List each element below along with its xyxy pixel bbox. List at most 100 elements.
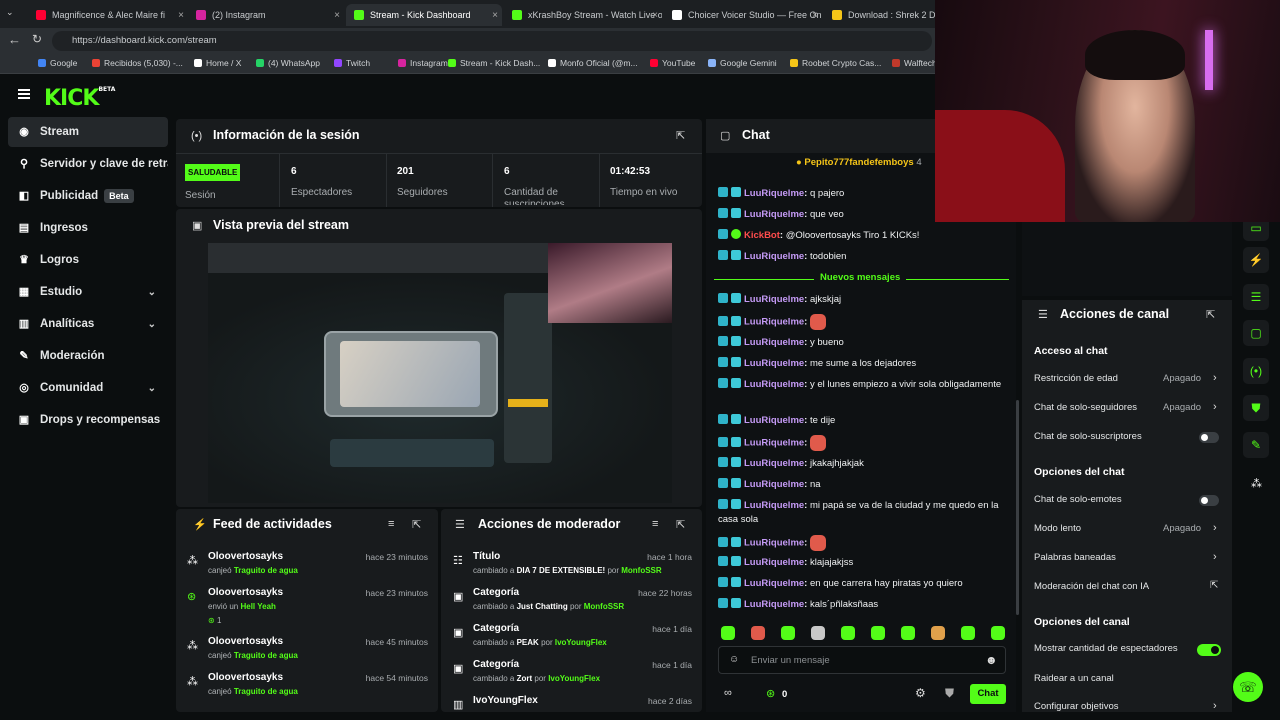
settings-icon[interactable]: ⚙ xyxy=(915,686,926,700)
sidebar-item-drops[interactable]: ▣ Drops y recompensas xyxy=(8,405,168,435)
sidebar-item-publicidad[interactable]: ◧ Publicidad Beta xyxy=(8,181,168,211)
rail-shield-icon[interactable]: ⛊ xyxy=(1243,395,1269,421)
chevron-right-icon[interactable]: › xyxy=(1213,551,1217,563)
channel-option[interactable]: Raidear a un canal xyxy=(1034,673,1114,684)
close-tab-icon[interactable]: × xyxy=(334,10,340,21)
reload-icon[interactable]: ↻ xyxy=(32,32,42,46)
smiley-icon[interactable]: ☻ xyxy=(985,653,998,667)
mod-user[interactable]: IvoYoungFlex xyxy=(555,638,607,647)
chat-username[interactable]: LuuRiquelme xyxy=(744,599,804,610)
bookmark-item[interactable]: Twitch xyxy=(334,58,370,68)
browser-tab[interactable]: xKrashBoy Stream - Watch Live on × xyxy=(504,4,662,26)
quick-emote-icon[interactable] xyxy=(721,626,735,640)
filter-icon[interactable]: ≡ xyxy=(388,518,394,530)
expand-icon[interactable]: ⇱ xyxy=(676,518,685,531)
chevron-right-icon[interactable]: › xyxy=(1213,522,1217,534)
chat-scrollbar[interactable] xyxy=(1016,400,1019,615)
channel-option[interactable]: Modo lento xyxy=(1034,523,1081,534)
chat-username[interactable]: KickBot xyxy=(744,230,780,241)
chat-username[interactable]: LuuRiquelme xyxy=(744,188,804,199)
bookmark-item[interactable]: Roobet Crypto Cas... xyxy=(790,58,881,68)
feed-username[interactable]: Oloovertosayks xyxy=(208,587,283,598)
mod-user[interactable]: IvoYoungFlex xyxy=(548,674,600,683)
sidebar-item-moderacion[interactable]: ✎ Moderación xyxy=(8,341,168,371)
quick-emote-icon[interactable] xyxy=(961,626,975,640)
chat-username[interactable]: LuuRiquelme xyxy=(744,578,804,589)
browser-tab[interactable]: Magnificence & Alec Maire fi × xyxy=(28,4,188,26)
close-tab-icon[interactable]: × xyxy=(812,10,818,21)
sidebar-item-logros[interactable]: ♛ Logros xyxy=(8,245,168,275)
sidebar-item-comunidad[interactable]: ◎ Comunidad ⌄ xyxy=(8,373,168,403)
channel-option[interactable]: Chat de solo-seguidores xyxy=(1034,402,1137,413)
expand-icon[interactable]: ⇱ xyxy=(1206,308,1215,321)
chat-username[interactable]: LuuRiquelme xyxy=(744,458,804,469)
sidebar-item-ingresos[interactable]: ▤ Ingresos xyxy=(8,213,168,243)
bookmark-item[interactable]: Monfo Oficial (@m... xyxy=(548,58,638,68)
browser-tab[interactable]: Stream - Kick Dashboard × xyxy=(346,4,502,26)
bookmark-item[interactable]: YouTube xyxy=(650,58,695,68)
quick-emote-icon[interactable] xyxy=(901,626,915,640)
rail-list-icon[interactable]: ☰ xyxy=(1243,284,1269,310)
channel-option[interactable]: Moderación del chat con IA xyxy=(1034,581,1149,592)
url-field[interactable]: https://dashboard.kick.com/stream xyxy=(52,31,932,51)
feed-username[interactable]: Oloovertosayks xyxy=(208,672,283,683)
expand-icon[interactable]: ⇱ xyxy=(676,129,685,142)
mod-user[interactable]: MonfoSSR xyxy=(584,602,624,611)
mod-shield-icon[interactable]: ⛊ xyxy=(945,686,954,701)
chevron-right-icon[interactable]: › xyxy=(1213,700,1217,712)
toggle-switch[interactable] xyxy=(1199,495,1219,506)
bookmark-item[interactable]: Google xyxy=(38,58,77,68)
channel-option[interactable]: Palabras baneadas xyxy=(1034,552,1116,563)
bookmark-item[interactable]: Home / X xyxy=(194,58,241,68)
quick-emote-icon[interactable] xyxy=(781,626,795,640)
bookmark-item[interactable]: Google Gemini xyxy=(708,58,777,68)
back-icon[interactable]: ← xyxy=(8,32,21,47)
channel-option[interactable]: Chat de solo-suscriptores xyxy=(1034,431,1142,442)
emoji-icon[interactable]: ☺ xyxy=(729,654,739,665)
close-tab-icon[interactable]: × xyxy=(492,10,498,21)
chat-username[interactable]: LuuRiquelme xyxy=(744,337,804,348)
channel-option[interactable]: Restricción de edad xyxy=(1034,373,1118,384)
mod-user[interactable]: MonfoSSR xyxy=(621,566,661,575)
channel-option[interactable]: Mostrar cantidad de espectadores xyxy=(1034,643,1178,654)
expand-icon[interactable]: ⇱ xyxy=(412,518,421,531)
stream-preview-video[interactable] xyxy=(208,243,672,503)
chat-input[interactable]: ☺ Enviar un mensaje ☻ xyxy=(718,646,1006,674)
quick-emote-icon[interactable] xyxy=(841,626,855,640)
bookmark-item[interactable]: Instagram xyxy=(398,58,448,68)
sidebar-item-servidor[interactable]: ⚲ Servidor y clave de retransmisión xyxy=(8,149,168,179)
channel-option[interactable]: Chat de solo-emotes xyxy=(1034,494,1122,505)
feed-username[interactable]: Oloovertosayks xyxy=(208,551,283,562)
chevron-down-icon[interactable]: ⌄ xyxy=(148,287,156,298)
rail-broadcast-icon[interactable]: (•) xyxy=(1243,358,1269,384)
chat-username[interactable]: LuuRiquelme xyxy=(744,294,804,305)
browser-tab[interactable]: (2) Instagram × xyxy=(188,4,344,26)
filter-icon[interactable]: ≡ xyxy=(652,518,658,530)
menu-icon[interactable] xyxy=(18,89,30,99)
bookmark-item[interactable]: Walftech xyxy=(892,58,937,68)
chat-username[interactable]: LuuRiquelme xyxy=(744,358,804,369)
rail-share-icon[interactable]: ⁂ xyxy=(1251,477,1262,490)
tab-list-chevron-icon[interactable]: ⌄ xyxy=(6,7,14,18)
quick-emote-icon[interactable] xyxy=(751,626,765,640)
quick-emote-icon[interactable] xyxy=(811,626,825,640)
quick-emote-icon[interactable] xyxy=(931,626,945,640)
bookmark-item[interactable]: Stream - Kick Dash... xyxy=(448,58,540,68)
chat-username[interactable]: LuuRiquelme xyxy=(744,438,804,449)
chevron-right-icon[interactable]: › xyxy=(1213,401,1217,413)
chat-username[interactable]: LuuRiquelme xyxy=(744,317,804,328)
toggle-switch[interactable] xyxy=(1199,432,1219,443)
channel-option[interactable]: Configurar objetivos xyxy=(1034,701,1119,712)
sidebar-item-stream[interactable]: ◉ Stream xyxy=(8,117,168,147)
chat-username[interactable]: LuuRiquelme xyxy=(744,500,804,511)
close-tab-icon[interactable]: × xyxy=(652,10,658,21)
chat-username[interactable]: LuuRiquelme xyxy=(744,538,804,549)
chevron-down-icon[interactable]: ⌄ xyxy=(148,383,156,394)
pinned-user[interactable]: Pepito777fandefemboys xyxy=(804,157,913,168)
close-tab-icon[interactable]: × xyxy=(178,10,184,21)
chat-send-button[interactable]: Chat xyxy=(970,684,1006,704)
chat-username[interactable]: LuuRiquelme xyxy=(744,557,804,568)
support-button[interactable]: ☏ xyxy=(1233,672,1263,702)
sidebar-item-analiticas[interactable]: ▥ Analíticas ⌄ xyxy=(8,309,168,339)
bookmark-item[interactable]: (4) WhatsApp xyxy=(256,58,320,68)
